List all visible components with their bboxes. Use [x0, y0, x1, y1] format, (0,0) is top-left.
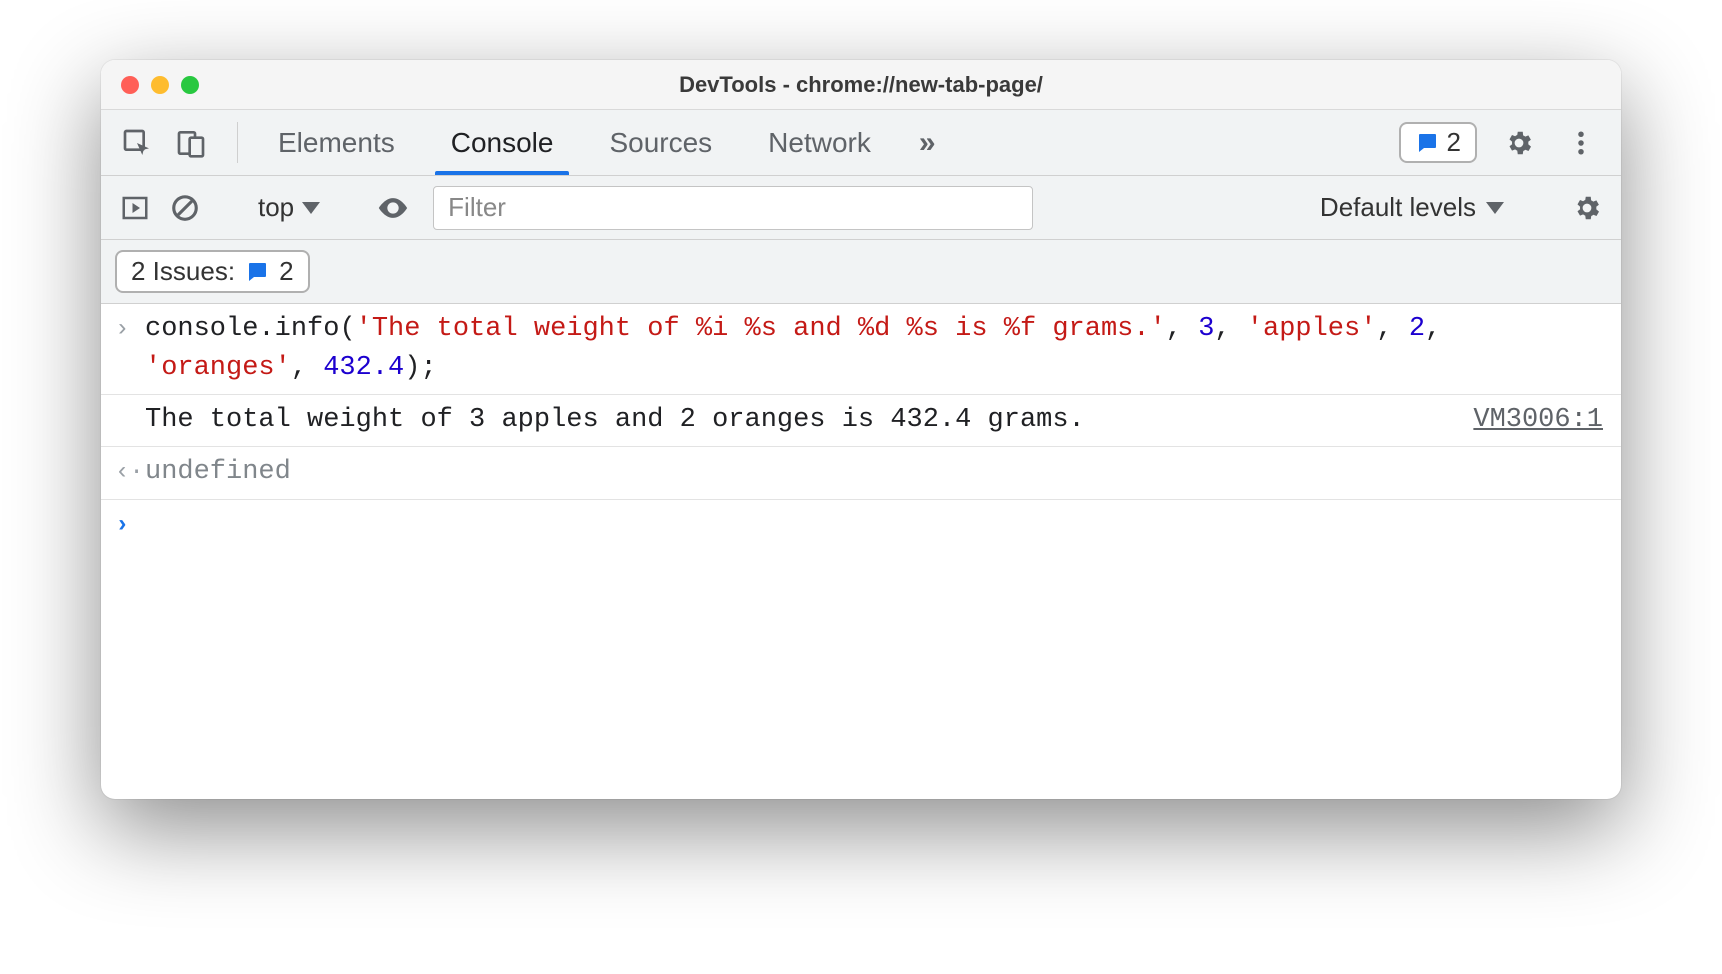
zoom-window-button[interactable] — [181, 76, 199, 94]
tab-console[interactable]: Console — [423, 110, 582, 175]
tabs-row: Elements Console Sources Network » 2 — [101, 110, 1621, 176]
tab-label: Sources — [609, 127, 712, 159]
token-punc: , — [1425, 314, 1457, 344]
token-num: 3 — [1198, 314, 1214, 344]
console-settings-gear-icon[interactable] — [1567, 188, 1607, 228]
chevron-down-icon — [1486, 202, 1504, 214]
output-gutter — [115, 401, 145, 404]
tab-sources[interactable]: Sources — [581, 110, 740, 175]
token-str: 'The total weight of %i %s and %d %s is … — [356, 314, 1166, 344]
issues-label: 2 Issues: — [131, 256, 235, 287]
source-link[interactable]: VM3006:1 — [1453, 401, 1603, 440]
console-empty-space — [101, 549, 1621, 799]
token-str: 'apples' — [1247, 314, 1377, 344]
input-chevron-icon: › — [115, 310, 145, 348]
issues-icon — [245, 260, 269, 284]
token-num: 432.4 — [323, 353, 404, 383]
issues-chip[interactable]: 2 Issues: 2 — [115, 250, 310, 293]
inspect-tools — [115, 110, 225, 175]
prompt-chevron-icon: › — [115, 506, 145, 544]
tabs: Elements Console Sources Network — [250, 110, 899, 175]
filter-input[interactable] — [433, 186, 1033, 230]
console-prompt-row[interactable]: › — [101, 500, 1621, 550]
return-chevron-icon: ‹· — [115, 453, 145, 491]
token-punc: . — [258, 314, 274, 344]
kebab-menu-icon[interactable] — [1561, 123, 1601, 163]
token-punc: , — [1376, 314, 1408, 344]
close-window-button[interactable] — [121, 76, 139, 94]
issues-badge[interactable]: 2 — [1399, 122, 1477, 163]
console-return-value: undefined — [145, 453, 1603, 492]
console-command[interactable]: console.info('The total weight of %i %s … — [145, 310, 1603, 388]
context-selector[interactable]: top — [250, 192, 328, 223]
more-tabs-label: » — [919, 126, 936, 160]
token-punc: ( — [339, 314, 355, 344]
minimize-window-button[interactable] — [151, 76, 169, 94]
issues-chip-count: 2 — [279, 256, 293, 287]
tab-label: Console — [451, 127, 554, 159]
tab-label: Elements — [278, 127, 395, 159]
token-num: 2 — [1409, 314, 1425, 344]
issues-icon — [1415, 131, 1439, 155]
console-toolbar: top Default levels — [101, 176, 1621, 240]
devtools-window: DevTools - chrome://new-tab-page/ Elemen… — [101, 60, 1621, 799]
token-obj: info — [275, 314, 340, 344]
tab-elements[interactable]: Elements — [250, 110, 423, 175]
tabs-right: 2 — [1399, 110, 1607, 175]
issues-bar: 2 Issues: 2 — [101, 240, 1621, 304]
live-expression-eye-icon[interactable] — [373, 188, 413, 228]
titlebar: DevTools - chrome://new-tab-page/ — [101, 60, 1621, 110]
tab-label: Network — [768, 127, 871, 159]
console-input-row: › console.info('The total weight of %i %… — [101, 304, 1621, 395]
window-title: DevTools - chrome://new-tab-page/ — [101, 72, 1621, 98]
more-tabs-button[interactable]: » — [899, 110, 956, 175]
levels-label: Default levels — [1320, 192, 1476, 223]
traffic-lights — [101, 76, 199, 94]
token-punc: , — [1166, 314, 1198, 344]
log-levels-selector[interactable]: Default levels — [1320, 192, 1504, 223]
inspect-element-icon[interactable] — [121, 127, 153, 159]
token-punc: , — [1214, 314, 1246, 344]
token-punc: ); — [404, 353, 436, 383]
settings-gear-icon[interactable] — [1499, 123, 1539, 163]
toggle-sidebar-icon[interactable] — [115, 188, 155, 228]
token-obj: console — [145, 314, 258, 344]
token-punc: , — [291, 353, 323, 383]
console-output-row: The total weight of 3 apples and 2 orang… — [101, 395, 1621, 447]
console-output-text: The total weight of 3 apples and 2 orang… — [145, 401, 1453, 440]
device-toggle-icon[interactable] — [175, 127, 207, 159]
tab-network[interactable]: Network — [740, 110, 899, 175]
console-body: › console.info('The total weight of %i %… — [101, 304, 1621, 799]
chevron-down-icon — [302, 202, 320, 214]
console-return-row: ‹· undefined — [101, 447, 1621, 499]
issues-count: 2 — [1447, 127, 1461, 158]
divider — [237, 122, 238, 163]
token-str: 'oranges' — [145, 353, 291, 383]
clear-console-icon[interactable] — [165, 188, 205, 228]
context-label: top — [258, 192, 294, 223]
